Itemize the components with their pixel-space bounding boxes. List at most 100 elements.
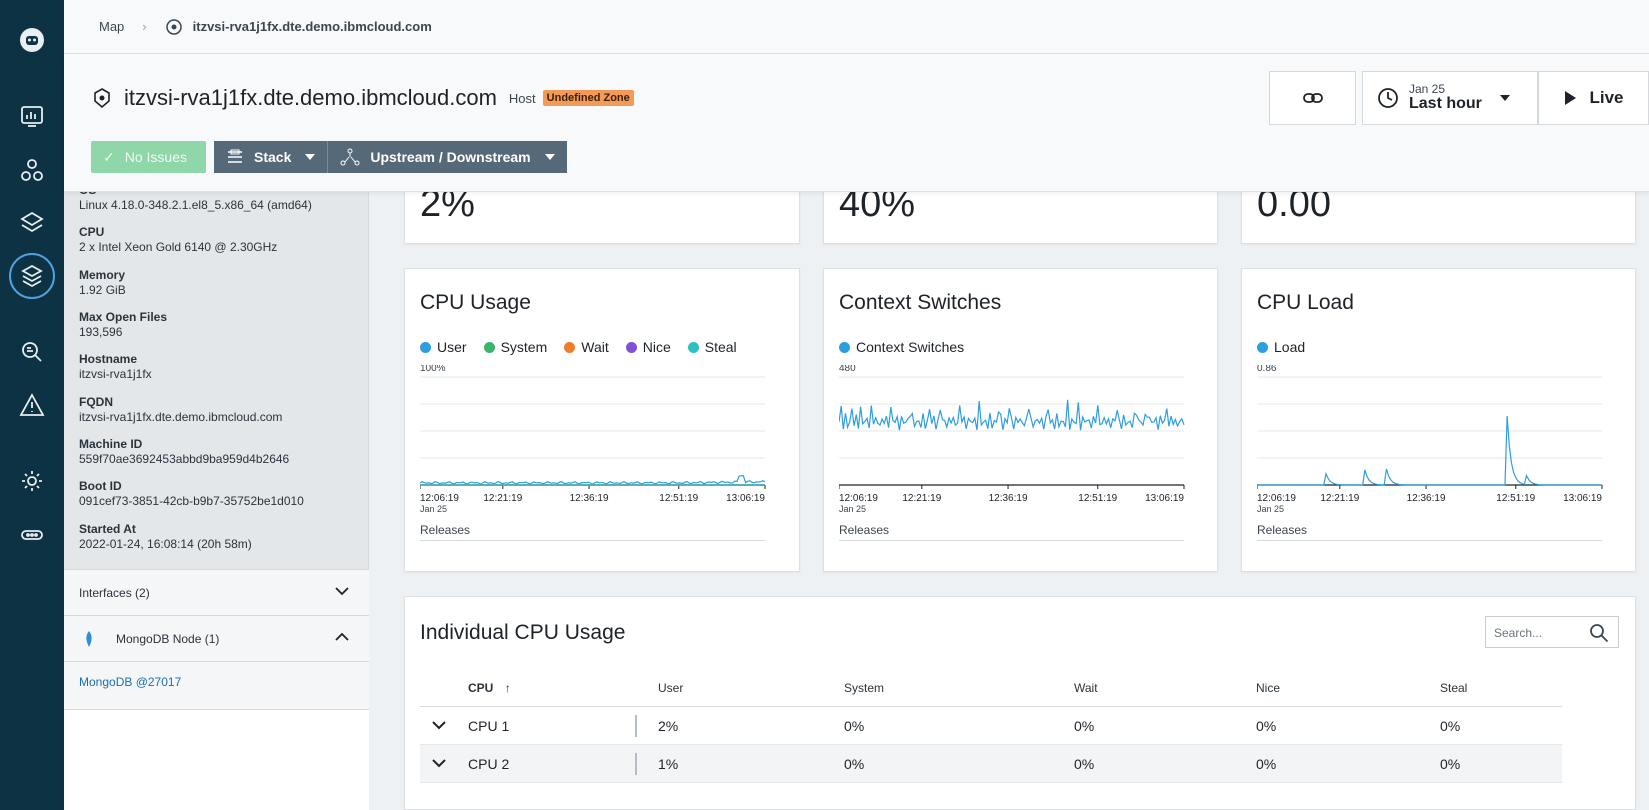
mongodb-link[interactable]: MongoDB @27017 [64,661,369,709]
copy-link-button[interactable] [1269,71,1356,125]
table-row[interactable]: CPU 1 2% 0% 0% 0% 0% [420,707,1562,745]
column-header-user[interactable]: User [658,681,683,695]
search-input[interactable]: Search... [1485,616,1619,648]
entity-type: Host [508,90,536,106]
releases-label: Releases [420,523,765,541]
settings-icon[interactable] [12,461,52,501]
no-issues-label: No Issues [124,149,187,165]
context-switches-chart[interactable]: 480 12:06:19 12:21:19 12:36:19 12:51:19 13:06… [839,365,1204,515]
column-header-nice[interactable]: Nice [1256,681,1280,695]
logo-icon[interactable] [12,20,52,60]
legend-user[interactable]: User [420,339,467,355]
x-tick-label: 12:36:19 [1407,493,1446,504]
x-tick-label: 12:21:19 [902,493,941,504]
events-icon[interactable] [12,385,52,425]
legend-steal[interactable]: Steal [687,339,737,355]
topology-icon [340,148,360,166]
legend-system[interactable]: System [483,339,547,355]
interfaces-accordion[interactable]: Interfaces (2) [64,569,369,615]
x-tick-label: 12:36:19 [570,493,609,504]
cpu-usage-card: CPU Usage User System Wait Nice Steal 10… [404,268,800,572]
breadcrumb: Map › itzvsi-rva1j1fx.dte.demo.ibmcloud.… [64,0,1649,54]
cell-cpu: CPU 2 [468,756,510,772]
column-header-wait[interactable]: Wait [1074,681,1098,695]
legend-load[interactable]: Load [1257,339,1305,355]
upstream-downstream-button[interactable]: Upstream / Downstream [327,141,567,173]
legend-nice[interactable]: Nice [625,339,671,355]
cpu-load-chart[interactable]: 0.86 12:06:19 12:21:19 12:36:19 12:51:19 13:0… [1257,365,1622,515]
cpu-usage-chart[interactable]: 100% 12:06:19 12:21:19 12:36:19 12:51:19 13:0… [420,365,785,515]
legend-context-switches[interactable]: Context Switches [839,339,964,355]
column-header-cpu[interactable]: CPU ↑ [468,681,511,695]
websites-icon[interactable] [12,203,52,243]
infrastructure-icon[interactable] [9,253,55,299]
host-details-sidebar: OSLinux 4.18.0-348.2.1.el8_5.x86_64 (amd… [64,183,369,810]
context-switches-card: Context Switches Context Switches 480 12:… [823,268,1218,572]
chevron-down-icon [335,587,349,596]
stack-button[interactable]: Stack [214,141,328,173]
play-icon [1565,91,1577,105]
series-line [1257,416,1602,486]
cell-wait: 0% [1074,756,1095,772]
breadcrumb-host[interactable]: itzvsi-rva1j1fx.dte.demo.ibmcloud.com [193,19,432,34]
expand-row-icon[interactable] [432,758,446,768]
interfaces-label: Interfaces (2) [79,585,150,600]
caret-down-icon [305,154,316,160]
column-header-steal[interactable]: Steal [1440,681,1467,695]
column-header-system[interactable]: System [844,681,884,695]
property-hostname: Hostname itzvsi-rva1j1fx [79,352,152,381]
checkmark-icon: ✓ [103,148,115,165]
chevron-right-icon: › [142,19,147,34]
stack-icon [228,149,242,163]
property-fqdn: FQDN itzvsi-rva1j1fx.dte.demo.ibmcloud.co… [79,395,283,424]
clock-icon [1378,88,1398,108]
usage-bar [635,715,637,737]
analytics-icon[interactable] [12,332,52,372]
more-icon[interactable] [12,515,52,555]
x-tick-label: 12:51:19 [1496,493,1535,504]
link-icon [1302,93,1323,103]
chart-legend: Context Switches [839,339,981,355]
property-boot-id: Boot ID 091cef73-3851-42cb-b9b7-35752be1d… [79,479,304,508]
x-tick-label: 12:51:19 [659,493,698,504]
cell-system: 0% [844,718,865,734]
cpu-load-card: CPU Load Load 0.86 12:06:19 12:21:19 12:36:… [1241,268,1636,572]
search-icon[interactable] [1589,623,1609,643]
applications-icon[interactable] [12,150,52,190]
legend-wait[interactable]: Wait [564,339,609,355]
x-tick-label: 13:06:19 [726,493,765,504]
cell-steal: 0% [1440,756,1461,772]
breadcrumb-map[interactable]: Map [99,19,124,34]
no-issues-button[interactable]: ✓ No Issues [91,141,206,173]
time-range-picker[interactable]: Jan 25 Last hour [1362,71,1538,125]
x-tick-label: 13:06:19 [1145,493,1184,504]
mongodb-leaf-icon [86,630,92,647]
dashboard-icon[interactable] [12,96,52,136]
chart-legend: Load [1257,339,1322,355]
x-tick-label: 12:21:19 [483,493,522,504]
cell-user: 2% [658,718,679,734]
cell-wait: 0% [1074,718,1095,734]
caret-down-icon [1499,95,1510,101]
live-button[interactable]: Live [1538,71,1649,125]
releases-label: Releases [839,523,1184,541]
x-tick-label: 12:36:19 [989,493,1028,504]
table-title: Individual CPU Usage [420,621,626,644]
mongodb-accordion[interactable]: MongoDB Node (1) [64,615,369,661]
x-tick-label: 12:06:19 [839,493,878,504]
cell-user: 1% [658,756,679,772]
sidebar-empty-area [64,709,369,810]
table-row[interactable]: CPU 2 1% 0% 0% 0% 0% [420,745,1562,783]
live-label: Live [1589,88,1624,107]
chart-title: CPU Usage [420,291,531,314]
time-date: Jan 25 [1409,82,1446,97]
mongodb-label: MongoDB Node (1) [116,631,220,646]
series-line [420,475,766,485]
y-max-label: 480 [839,365,856,374]
y-max-label: 100% [420,365,446,374]
time-period: Last hour [1409,94,1482,112]
expand-row-icon[interactable] [432,720,446,730]
individual-cpu-card: Individual CPU Usage Search... CPU ↑ Use… [404,596,1636,810]
x-date-label: Jan 25 [420,504,447,514]
table-header: CPU ↑ User System Wait Nice Steal [420,667,1562,707]
